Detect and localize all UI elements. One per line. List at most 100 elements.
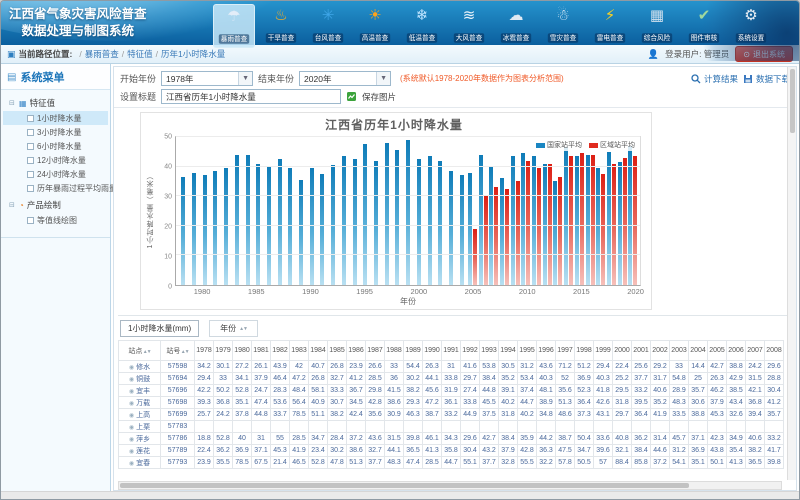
- nav-item-settings[interactable]: ⚙系统设置: [730, 4, 772, 48]
- bar-national-1979[interactable]: [192, 173, 196, 285]
- year-column-header[interactable]: 1979: [214, 341, 233, 361]
- bar-regional-2016[interactable]: [591, 155, 595, 285]
- year-sorter[interactable]: 年份 ▲▼: [209, 320, 258, 337]
- tree-group-1[interactable]: ⊟◔产品绘制: [3, 197, 108, 213]
- year-column-header[interactable]: 1993: [480, 341, 499, 361]
- bar-regional-2008[interactable]: [505, 189, 509, 285]
- year-column-header[interactable]: 1996: [537, 341, 556, 361]
- station-name-cell[interactable]: ◉上高: [119, 409, 161, 421]
- bar-national-2014[interactable]: [564, 147, 568, 285]
- nav-item-lightning[interactable]: ⚡雷电普查: [589, 4, 631, 48]
- year-column-header[interactable]: 1999: [594, 341, 613, 361]
- breadcrumb-segment[interactable]: 暴雨普查: [85, 49, 119, 59]
- year-column-header[interactable]: 1982: [271, 341, 290, 361]
- year-column-header[interactable]: 2003: [670, 341, 689, 361]
- bar-national-2001[interactable]: [428, 156, 432, 285]
- station-name-cell[interactable]: ◉宜春: [119, 457, 161, 469]
- year-column-header[interactable]: 2001: [632, 341, 651, 361]
- sidebar-item-0-4[interactable]: 24小时降水量: [3, 167, 108, 181]
- year-column-header[interactable]: 1981: [252, 341, 271, 361]
- nav-item-snow[interactable]: ☃雪灾普查: [542, 4, 584, 48]
- vertical-scrollbar-thumb[interactable]: [790, 69, 795, 133]
- bar-national-2016[interactable]: [586, 155, 590, 285]
- nav-item-wind[interactable]: ≋大风普查: [448, 4, 490, 48]
- year-column-header[interactable]: 1997: [556, 341, 575, 361]
- year-column-header[interactable]: 2002: [651, 341, 670, 361]
- nav-item-risk-calc[interactable]: ▦综合风险: [636, 4, 678, 48]
- bar-national-2019[interactable]: [618, 162, 622, 285]
- bar-national-1999[interactable]: [406, 140, 410, 285]
- year-column-header[interactable]: 1991: [442, 341, 461, 361]
- bar-regional-2017[interactable]: [601, 174, 605, 285]
- bar-national-2020[interactable]: [628, 146, 632, 285]
- sidebar-item-1-0[interactable]: 等值线绘图: [3, 213, 108, 227]
- calc-result-button[interactable]: 计算结果: [691, 73, 738, 85]
- year-column-header[interactable]: 2006: [727, 341, 746, 361]
- station-name-cell[interactable]: ◉莲花: [119, 445, 161, 457]
- year-column-header[interactable]: 2005: [708, 341, 727, 361]
- nav-item-map-review[interactable]: ✔图件审核: [683, 4, 725, 48]
- bar-national-1983[interactable]: [235, 155, 239, 285]
- bar-national-1994[interactable]: [353, 159, 357, 285]
- year-column-header[interactable]: 1990: [423, 341, 442, 361]
- bar-national-1982[interactable]: [224, 168, 228, 285]
- bar-regional-2009[interactable]: [516, 181, 520, 285]
- bar-regional-2010[interactable]: [526, 161, 530, 285]
- year-column-header[interactable]: 1984: [309, 341, 328, 361]
- bar-national-2006[interactable]: [479, 155, 483, 285]
- bar-national-1987[interactable]: [278, 159, 282, 285]
- bar-national-1984[interactable]: [246, 155, 250, 285]
- station-name-cell[interactable]: ◉万载: [119, 397, 161, 409]
- station-name-cell[interactable]: ◉铜鼓: [119, 373, 161, 385]
- sidebar-item-0-5[interactable]: 历年暴雨过程平均雨量: [3, 181, 108, 195]
- bar-national-2013[interactable]: [553, 181, 557, 285]
- value-type-button[interactable]: 1小时降水量(mm): [120, 320, 199, 337]
- station-name-cell[interactable]: ◉修水: [119, 361, 161, 373]
- bar-national-2011[interactable]: [532, 156, 536, 285]
- nav-item-typhoon[interactable]: ✳台风普查: [307, 4, 349, 48]
- nav-item-high-temp[interactable]: ☀高温普查: [354, 4, 396, 48]
- year-column-header[interactable]: 1998: [575, 341, 594, 361]
- year-column-header[interactable]: 2000: [613, 341, 632, 361]
- year-column-header[interactable]: 1978: [195, 341, 214, 361]
- bar-national-2010[interactable]: [521, 153, 525, 285]
- bar-regional-2019[interactable]: [623, 158, 627, 285]
- breadcrumb-segment[interactable]: 历年1小时降水量: [161, 49, 225, 59]
- bar-regional-2013[interactable]: [558, 177, 562, 285]
- bar-national-2017[interactable]: [596, 168, 600, 285]
- bar-national-2000[interactable]: [417, 159, 421, 285]
- expand-icon[interactable]: ⊟: [9, 99, 16, 107]
- bar-national-1993[interactable]: [342, 156, 346, 285]
- year-column-header[interactable]: 1983: [290, 341, 309, 361]
- data-download-button[interactable]: 数据下载: [743, 73, 790, 85]
- bar-national-2002[interactable]: [438, 161, 442, 285]
- bar-national-1997[interactable]: [385, 143, 389, 285]
- station-name-cell[interactable]: ◉萍乡: [119, 433, 161, 445]
- horizontal-scrollbar[interactable]: [118, 481, 782, 490]
- save-image-button[interactable]: 保存图片: [362, 91, 396, 103]
- year-column-header[interactable]: 1988: [385, 341, 404, 361]
- breadcrumb-segment[interactable]: 特征值: [127, 49, 153, 59]
- bar-regional-2015[interactable]: [580, 153, 584, 285]
- bar-regional-2011[interactable]: [537, 168, 541, 285]
- bar-regional-2020[interactable]: [633, 156, 637, 285]
- bar-regional-2006[interactable]: [484, 196, 488, 285]
- year-column-header[interactable]: 2004: [689, 341, 708, 361]
- nav-item-drought[interactable]: ♨干旱普查: [260, 4, 302, 48]
- station-name-cell[interactable]: ◉上栗: [119, 421, 161, 433]
- sidebar-item-0-0[interactable]: 1小时降水量: [3, 111, 108, 125]
- bar-national-1981[interactable]: [213, 171, 217, 285]
- bar-regional-2014[interactable]: [569, 156, 573, 285]
- expand-icon[interactable]: ⊟: [9, 201, 16, 209]
- nav-item-low-temp[interactable]: ❄低温普查: [401, 4, 443, 48]
- year-column-header[interactable]: 2008: [765, 341, 784, 361]
- sidebar-item-0-1[interactable]: 3小时降水量: [3, 125, 108, 139]
- table-scroll-area[interactable]: 站点 ▲▼站号 ▲▼197819791980198119821983198419…: [118, 340, 792, 490]
- bar-regional-2007[interactable]: [494, 187, 498, 285]
- nav-item-hail[interactable]: ☁冰雹普查: [495, 4, 537, 48]
- bar-national-1998[interactable]: [395, 150, 399, 285]
- station-name-cell[interactable]: ◉宜丰: [119, 385, 161, 397]
- start-year-select[interactable]: 1978年 ▼: [161, 71, 253, 86]
- sidebar-item-0-2[interactable]: 6小时降水量: [3, 139, 108, 153]
- bar-national-1988[interactable]: [288, 168, 292, 285]
